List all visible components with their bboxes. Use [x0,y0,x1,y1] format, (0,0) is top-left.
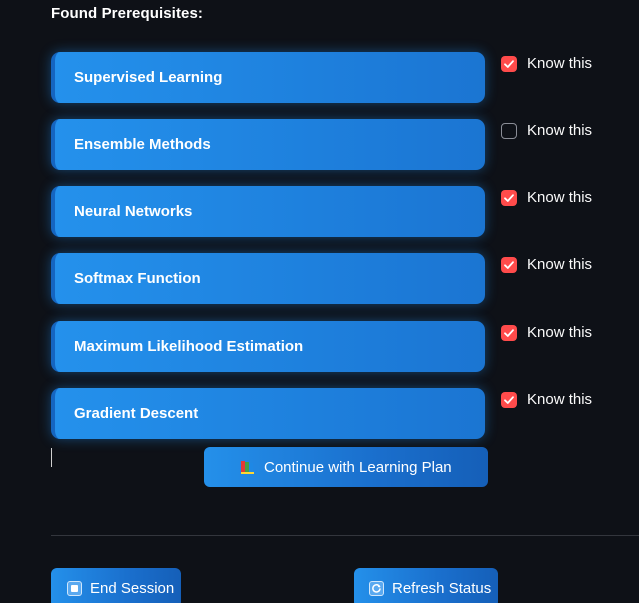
know-this-checkbox[interactable]: Know this [501,391,592,408]
know-this-label: Know this [527,256,593,273]
text-cursor [51,448,52,467]
checkbox-checked-icon[interactable] [501,189,517,206]
prerequisite-label: Gradient Descent [74,405,199,422]
know-this-checkbox[interactable]: Know this [501,189,592,206]
page: Found Prerequisites: Supervised Learning… [0,0,639,603]
checkbox-checked-icon[interactable] [501,391,517,408]
know-this-checkbox[interactable]: Know this [501,122,592,139]
prerequisite-label: Supervised Learning [74,69,223,86]
prerequisite-row: Gradient Descent Know this [51,388,639,440]
checkbox-unchecked-icon[interactable] [501,122,517,139]
prerequisite-row: Maximum Likelihood Estimation Know this [51,321,639,373]
refresh-icon [369,580,384,596]
know-this-label: Know this [527,55,593,72]
know-this-label: Know this [527,391,593,408]
prerequisite-card: Neural Networks [51,186,485,237]
books-icon [240,459,256,475]
divider [51,535,639,536]
continue-button-label: Continue with Learning Plan [264,458,452,476]
section-heading: Found Prerequisites: [51,5,204,22]
know-this-checkbox[interactable]: Know this [501,55,592,72]
prerequisite-row: Ensemble Methods Know this [51,119,639,171]
prerequisite-row: Neural Networks Know this [51,186,639,238]
refresh-status-button[interactable]: Refresh Status [354,568,498,603]
prerequisite-card: Supervised Learning [51,52,485,103]
know-this-label: Know this [527,189,593,206]
end-session-label: End Session [90,579,175,597]
checkbox-checked-icon[interactable] [501,55,517,72]
prerequisite-card: Gradient Descent [51,388,485,439]
prerequisite-card: Ensemble Methods [51,119,485,170]
prerequisite-row: Softmax Function Know this [51,253,639,305]
know-this-label: Know this [527,122,593,139]
prerequisite-label: Neural Networks [74,203,193,220]
continue-learning-plan-button[interactable]: Continue with Learning Plan [204,447,488,487]
know-this-label: Know this [527,324,593,341]
prerequisite-label: Softmax Function [74,270,201,287]
end-session-button[interactable]: End Session [51,568,181,603]
know-this-checkbox[interactable]: Know this [501,256,592,273]
know-this-checkbox[interactable]: Know this [501,324,592,341]
checkbox-checked-icon[interactable] [501,324,517,341]
refresh-status-label: Refresh Status [392,579,492,597]
prerequisite-row: Supervised Learning Know this [51,52,639,104]
stop-icon [67,580,82,596]
checkbox-checked-icon[interactable] [501,256,517,273]
prerequisite-card: Maximum Likelihood Estimation [51,321,485,372]
prerequisite-card: Softmax Function [51,253,485,304]
prerequisite-label: Maximum Likelihood Estimation [74,338,304,355]
prerequisite-label: Ensemble Methods [74,136,211,153]
